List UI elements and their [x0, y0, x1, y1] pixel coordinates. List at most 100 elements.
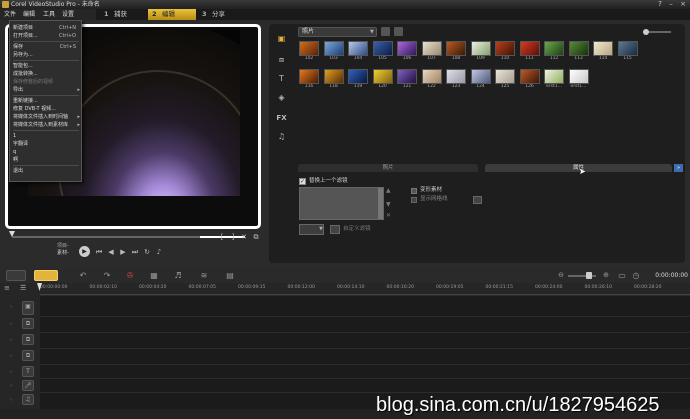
track-toggle-icon[interactable]: ⁘ — [9, 304, 15, 310]
step-edit[interactable]: 2 编辑 — [148, 9, 196, 20]
voice-track-icon[interactable]: 🎤︎ — [22, 380, 34, 391]
applied-filter-list[interactable] — [299, 187, 384, 220]
transition-icon[interactable]: ⧈ — [276, 55, 287, 65]
library-thumbnail[interactable]: 115 — [617, 41, 638, 62]
redo-icon[interactable]: ↷ — [101, 271, 113, 280]
title-track-icon[interactable]: T — [22, 366, 34, 377]
custom-filter-icon[interactable] — [330, 225, 340, 234]
file-menu-item[interactable]: 将媒体文件插入到时间轴 ▸ — [10, 113, 82, 121]
track-toggle-icon[interactable]: ⁘ — [9, 397, 15, 403]
library-thumbnail[interactable]: erst1... — [544, 69, 564, 90]
library-thumbnail[interactable]: erst1... — [568, 69, 589, 90]
library-thumbnail[interactable]: 118 — [323, 69, 344, 90]
file-menu-item[interactable]: 啊 — [10, 156, 82, 164]
library-thumbnail[interactable]: 122 — [421, 69, 442, 90]
move-up-icon[interactable]: ▲ — [386, 188, 392, 194]
video-track-icon[interactable]: ▣ — [22, 301, 34, 315]
library-thumbnail[interactable]: 109 — [470, 41, 491, 62]
media-icon[interactable]: ▣ — [276, 34, 287, 44]
library-thumbnail[interactable]: 123 — [446, 69, 466, 90]
enlarge-icon[interactable]: ⧉ — [252, 233, 260, 241]
timeline-view-button[interactable] — [34, 270, 58, 281]
file-menu-item[interactable]: 1 — [10, 132, 82, 140]
end-icon[interactable]: ⏭ — [131, 248, 139, 256]
close-button[interactable]: × — [678, 0, 688, 9]
play-button[interactable]: ▶ — [79, 246, 90, 257]
record-capture-icon[interactable]: ✇ — [124, 271, 136, 280]
library-thumbnail[interactable]: 103 — [323, 41, 344, 62]
library-thumbnail[interactable]: 112 — [544, 41, 564, 62]
track-manager-icon[interactable]: ▤ — [224, 271, 236, 280]
storyboard-view-button[interactable] — [6, 270, 26, 281]
filter-fx-icon[interactable]: FX — [276, 113, 287, 123]
thumbnail-zoom-knob[interactable] — [643, 29, 649, 35]
file-menu-item[interactable]: 退出 — [10, 167, 82, 175]
timeline-zoom-knob[interactable] — [586, 272, 592, 279]
library-thumbnail[interactable]: 102 — [299, 41, 319, 62]
track-list-icon[interactable]: ☰ — [20, 285, 29, 292]
title-icon[interactable]: T — [276, 74, 287, 84]
move-down-icon[interactable]: ▼ — [386, 202, 392, 208]
file-menu-item[interactable]: 将媒体文件插入到素材库 ▸ — [10, 121, 82, 129]
step-capture[interactable]: 1 捕获 — [100, 9, 146, 20]
custom-filter-label[interactable]: 自定义滤镜 — [343, 226, 371, 233]
library-thumbnail[interactable]: 104 — [348, 41, 368, 62]
library-manager-icon[interactable] — [394, 27, 403, 36]
library-thumbnail[interactable]: 108 — [446, 41, 466, 62]
file-menu-item[interactable]: 另存为... — [10, 51, 82, 59]
library-thumbnail[interactable]: 126 — [519, 69, 540, 90]
fit-project-icon[interactable]: ▭ — [616, 271, 628, 280]
grid-options-icon[interactable] — [473, 196, 482, 204]
library-thumbnail[interactable]: 113 — [568, 41, 589, 62]
file-menu-item[interactable]: 新建项目 Ctrl+N — [10, 24, 82, 32]
file-menu-item[interactable]: 成批转换... — [10, 70, 82, 78]
library-thumbnail[interactable]: 110 — [495, 41, 515, 62]
library-thumbnail[interactable]: 107 — [421, 41, 442, 62]
track-toggle-icon[interactable]: ⁘ — [9, 337, 15, 343]
file-menu-item[interactable]: 保存 Ctrl+S — [10, 43, 82, 51]
volume-icon[interactable]: ♪ — [155, 248, 163, 256]
replace-filter-checkbox[interactable]: ✓ — [299, 178, 306, 185]
mode-clip-label[interactable]: 素材- — [57, 250, 77, 257]
chevron-down-icon[interactable]: ▼ — [370, 29, 376, 35]
cut-icon[interactable]: ✕ — [240, 233, 248, 241]
file-menu-item[interactable]: 重新链接... — [10, 97, 82, 105]
track-toggle-icon[interactable]: ⁘ — [9, 369, 15, 375]
previous-frame-icon[interactable]: ◀ — [107, 248, 115, 256]
tab-photo[interactable]: 照片 — [298, 164, 478, 172]
scrub-track[interactable] — [12, 236, 202, 238]
mark-in-icon[interactable]: [ — [218, 233, 226, 241]
menu-edit[interactable]: 编辑 — [23, 9, 35, 20]
library-thumbnail[interactable]: 120 — [372, 69, 393, 90]
track-toggle-icon[interactable]: ⁘ — [9, 321, 15, 327]
overlay-track-icon[interactable]: ⧉ — [22, 334, 34, 345]
library-thumbnail[interactable]: 119 — [348, 69, 368, 90]
repeat-icon[interactable]: ↻ — [143, 248, 151, 256]
track-menu-icon[interactable]: ≡ — [4, 285, 13, 292]
file-menu-item[interactable]: 宇翻译 — [10, 140, 82, 148]
menu-tools[interactable]: 工具 — [43, 9, 55, 20]
file-menu-item[interactable]: q — [10, 148, 82, 156]
grid-lines-checkbox[interactable] — [411, 197, 417, 203]
library-thumbnail[interactable]: 125 — [495, 69, 515, 90]
menu-file[interactable]: 文件 — [4, 9, 16, 20]
graphic-icon[interactable]: ◈ — [276, 93, 287, 103]
distort-clip-checkbox[interactable] — [411, 188, 417, 194]
auto-music-icon[interactable]: ♬ — [172, 271, 184, 280]
step-share[interactable]: 3 分享 — [198, 9, 244, 20]
file-menu-item[interactable]: 修复 DVB-T 视频... — [10, 105, 82, 113]
import-media-icon[interactable] — [381, 27, 390, 36]
mode-project-label[interactable]: 项目- — [57, 243, 77, 250]
undo-icon[interactable]: ↶ — [77, 271, 89, 280]
timeline-timecode[interactable]: 0:00:00:00 — [643, 270, 688, 281]
overlay-track-icon[interactable]: ⧉ — [22, 318, 34, 329]
track-toggle-icon[interactable]: ⁘ — [9, 353, 15, 359]
library-thumbnail[interactable]: 114 — [593, 41, 613, 62]
expand-options-icon[interactable]: » — [674, 164, 683, 172]
library-folder-select[interactable]: 照片 — [298, 27, 377, 37]
file-menu-item[interactable]: 智能包... — [10, 62, 82, 70]
track-toggle-icon[interactable]: ⁘ — [9, 383, 15, 389]
audio-waveform-icon[interactable]: ≋ — [198, 271, 210, 280]
file-menu-item[interactable]: 导出 ▸ — [10, 86, 82, 94]
zoom-in-icon[interactable]: ⊕ — [600, 271, 612, 280]
